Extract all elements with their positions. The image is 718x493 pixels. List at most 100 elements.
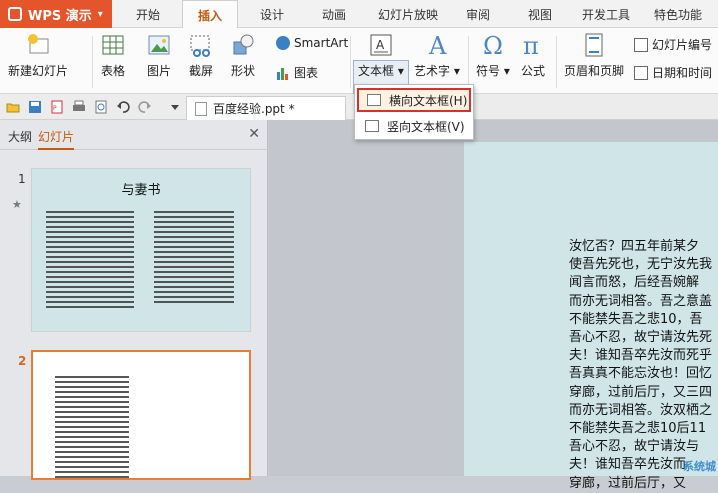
document-tab-title: 百度经验.ppt * <box>213 102 295 116</box>
ribbon-divider <box>556 36 557 88</box>
formula-button[interactable]: π 公式 <box>520 32 546 79</box>
wps-logo-icon <box>8 7 22 21</box>
date-time-label: 日期和时间 <box>652 66 713 80</box>
slide-text-line: 不能禁失吾之悲10，吾 <box>569 311 703 327</box>
ribbon-divider <box>92 36 93 88</box>
textbox-button[interactable]: A 文本框 ▾ <box>358 32 404 79</box>
slide-text-line: 使吾先死也，无宁汝先我 <box>569 257 713 273</box>
image-icon <box>148 35 170 55</box>
slide-thumbnail[interactable]: 与妻书 <box>31 168 251 332</box>
slide-text-line: 不能禁失吾之悲10后11 <box>569 421 707 437</box>
textbox-icon: A <box>370 34 392 56</box>
tab-view[interactable]: 视图 <box>518 0 562 28</box>
symbol-button[interactable]: Ω 符号 ▾ <box>476 32 510 79</box>
pi-icon: π <box>523 32 539 58</box>
svg-text:A: A <box>376 38 385 52</box>
tab-animation[interactable]: 动画 <box>312 0 356 28</box>
svg-text:Ω: Ω <box>483 32 503 58</box>
screenshot-label: 截屏 <box>188 64 213 78</box>
smartart-label: SmartArt <box>294 36 349 50</box>
preview-icon[interactable] <box>94 100 108 114</box>
print-icon[interactable] <box>72 100 86 114</box>
thumbnail-title: 与妻书 <box>121 183 161 198</box>
image-button[interactable]: 图片 <box>146 32 172 79</box>
slide-text-line: 而亦无词相答。汝双栖之 <box>569 402 713 418</box>
slide-number: 1 <box>18 172 26 186</box>
shapes-button[interactable]: 形状 <box>230 32 256 79</box>
svg-text:A: A <box>428 32 447 58</box>
horizontal-textbox-icon <box>367 94 381 106</box>
slide-text-line: 穿廊，过前后厅，又 <box>569 475 687 491</box>
slide-text-line: 吾真真不能忘汝也！回忆 <box>569 366 713 382</box>
formula-label: 公式 <box>520 64 545 78</box>
save-icon[interactable] <box>28 100 42 114</box>
tab-special-features[interactable]: 特色功能 <box>646 0 710 28</box>
smartart-button[interactable]: SmartArt <box>276 36 348 50</box>
textbox-label: 文本框 ▾ <box>358 64 404 78</box>
horizontal-textbox-menu-item[interactable]: 横向文本框(H) <box>357 88 471 112</box>
slide-number-button[interactable]: 幻灯片编号 <box>634 36 712 53</box>
slide-number-icon <box>634 37 648 52</box>
slide-text-line: 吾心不忍，故宁请汝与 <box>569 439 700 455</box>
tab-design[interactable]: 设计 <box>250 0 294 28</box>
table-icon <box>102 35 124 55</box>
panel-tabs: 大纲 幻灯片 ✕ <box>0 120 268 150</box>
calendar-icon <box>634 65 648 80</box>
table-button[interactable]: 表格 <box>100 32 126 79</box>
undo-icon[interactable] <box>116 100 130 114</box>
customize-toolbar-icon[interactable] <box>168 100 182 114</box>
header-footer-label: 页眉和页脚 <box>564 64 625 78</box>
date-time-button[interactable]: 日期和时间 <box>634 64 712 81</box>
document-tab[interactable]: 百度经验.ppt * <box>186 96 346 120</box>
close-icon[interactable]: ✕ <box>248 126 260 142</box>
horizontal-textbox-label: 横向文本框(H) <box>389 93 468 108</box>
thumbnail-text-column <box>46 211 134 309</box>
document-icon <box>195 101 207 116</box>
slide-text-line: 汝忆否？四五年前某夕 <box>569 239 700 254</box>
slide-body-text[interactable]: 汝忆否？四五年前某夕 使吾先死也，无宁汝先我 闻言而怒，后经吾婉解 而亦无词相答。吾之… <box>569 238 718 493</box>
slide-text-line: 吾心不忍，故宁请汝先死 <box>569 330 713 346</box>
tab-slideshow[interactable]: 幻灯片放映 <box>372 0 444 28</box>
tab-review[interactable]: 审阅 <box>456 0 500 28</box>
tab-insert[interactable]: 插入 <box>182 0 238 29</box>
app-menu-button[interactable]: WPS 演示 ▾ <box>0 0 112 28</box>
wordart-label: 艺术字 ▾ <box>414 64 460 78</box>
ribbon-divider <box>350 36 351 88</box>
slide-editor-canvas: 汝忆否？四五年前某夕 使吾先死也，无宁汝先我 闻言而怒，后经吾婉解 而亦无词相答。吾之… <box>269 120 718 491</box>
symbol-label: 符号 ▾ <box>476 64 510 78</box>
table-label: 表格 <box>100 64 125 78</box>
export-pdf-icon[interactable]: P <box>50 100 64 114</box>
thumbnail-text-column <box>154 211 234 305</box>
slide-text-line: 穿廊，过前后厅，又三四 <box>569 384 713 400</box>
chart-button[interactable]: 图表 <box>276 64 318 81</box>
vertical-textbox-icon <box>365 120 379 132</box>
vertical-textbox-label: 竖向文本框(V) <box>387 119 465 134</box>
current-slide[interactable]: 汝忆否？四五年前某夕 使吾先死也，无宁汝先我 闻言而怒，后经吾婉解 而亦无词相答。吾之… <box>464 142 718 491</box>
wordart-button[interactable]: A 艺术字 ▾ <box>414 32 460 79</box>
slide-thumbnail-selected[interactable] <box>31 350 251 480</box>
wordart-icon: A <box>428 32 447 58</box>
tab-slides[interactable]: 幻灯片 <box>38 128 75 150</box>
slide-number-label: 幻灯片编号 <box>652 38 713 52</box>
slide-text-line: 夫！谁知吾卒先汝而死乎 <box>569 348 713 364</box>
screenshot-button[interactable]: 截屏 <box>188 32 214 79</box>
header-footer-button[interactable]: 页眉和页脚 <box>564 32 624 79</box>
watermark: 系统城 <box>683 460 716 473</box>
ribbon-divider <box>468 36 469 88</box>
tab-home[interactable]: 开始 <box>124 0 172 28</box>
vertical-textbox-menu-item[interactable]: 竖向文本框(V) <box>357 114 471 138</box>
tab-outline[interactable]: 大纲 <box>8 128 32 145</box>
new-slide-button[interactable]: 新建幻灯片 <box>8 32 68 79</box>
chart-label: 图表 <box>294 66 319 80</box>
slides-panel: 大纲 幻灯片 ✕ 1 ★ 与妻书 2 <box>0 120 268 480</box>
redo-icon[interactable] <box>138 100 152 114</box>
thumbnail-text-column <box>55 376 129 480</box>
shapes-icon <box>233 34 254 55</box>
smartart-icon <box>276 36 290 50</box>
slide-text-line: 而亦无词相答。吾之意盖 <box>569 293 713 309</box>
open-folder-icon[interactable] <box>6 100 20 114</box>
ribbon-tab-bar: WPS 演示 ▾ 开始 插入 设计 动画 幻灯片放映 审阅 视图 开发工具 特色… <box>0 0 718 29</box>
omega-icon: Ω <box>483 32 503 58</box>
header-footer-icon <box>585 33 603 57</box>
tab-developer[interactable]: 开发工具 <box>576 0 636 28</box>
